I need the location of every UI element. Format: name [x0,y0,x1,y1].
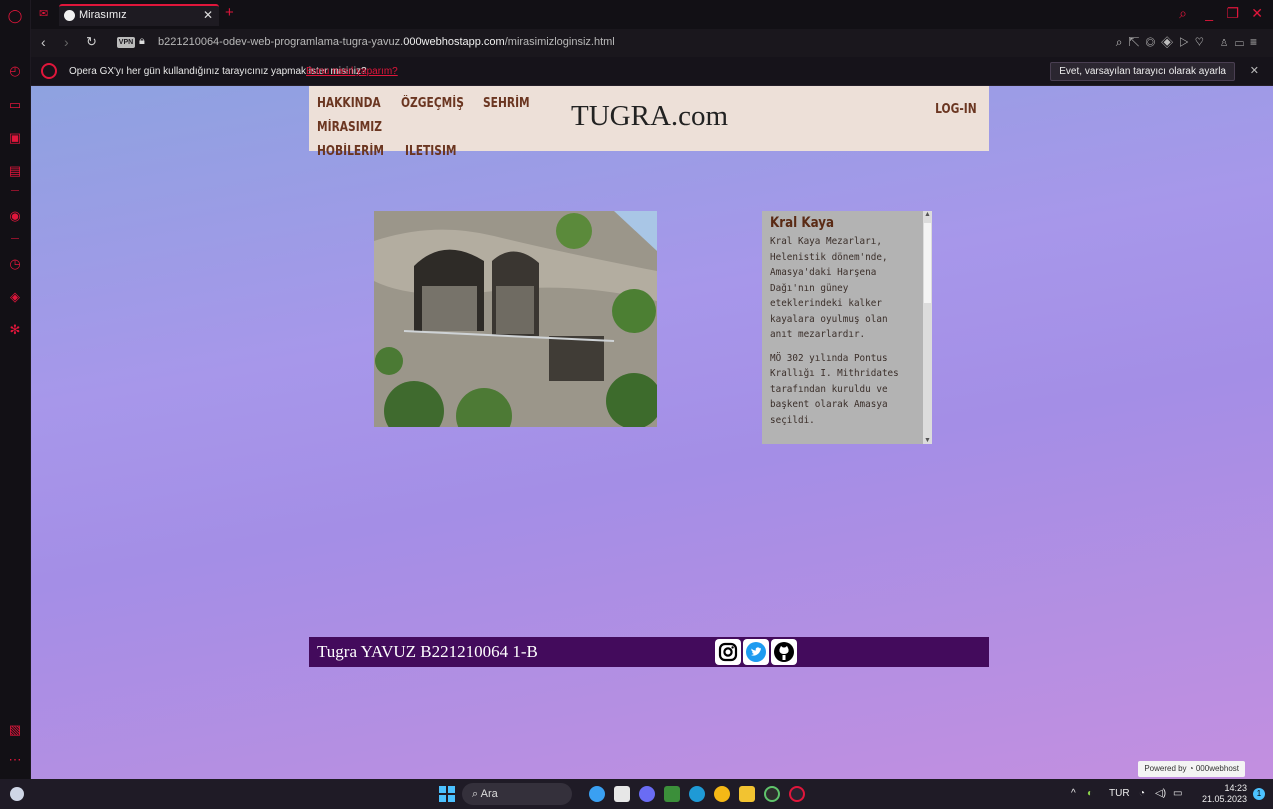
nav-link-iletisim[interactable]: ILETISIM [405,140,457,164]
infobar-help-link[interactable]: Bunu nasıl yaparım? [306,66,398,77]
taskbar-search[interactable]: ⌕ Ara [462,783,572,805]
store-icon[interactable] [664,786,680,802]
opera-logo-icon [41,63,57,79]
site-header: HAKKINDA ÖZGEÇMİŞ SEHRİMMİRASIMIZ HOBİLERİ… [309,86,989,159]
lock-icon[interactable]: 🔒︎ [139,35,145,48]
tab-title: Mirasımız [79,9,127,21]
settings-icon[interactable]: ✻ [7,322,23,338]
opera-logo-icon[interactable]: ◯ [7,8,23,24]
sidebar-divider [11,190,19,191]
default-browser-infobar: Opera GX'yı her gün kullandığınız tarayı… [31,57,1273,86]
panel-paragraph: Kral Kaya Mezarları, Helenistik dönem'nd… [770,236,888,340]
footer-text: Tugra YAVUZ B221210064 1-B [317,642,538,661]
globe-icon [64,10,75,21]
site-nav: HAKKINDA ÖZGEÇMİŞ SEHRİM MİRASIMIZ HOBİLERİ… [317,92,587,164]
clock[interactable]: 14:23 21.05.2023 [1202,783,1247,805]
volume-icon[interactable]: ◁) [1155,788,1166,799]
tab-mirasimiz[interactable]: Mirasımız ✕ [59,4,219,26]
chevron-up-icon[interactable]: ^ [1071,788,1076,799]
page-viewport: HAKKINDA ÖZGEÇMİŞ SEHRİM MİRASIMIZ HOBİLERİ… [31,86,1273,779]
edge-icon[interactable] [689,786,705,802]
scroll-up-icon[interactable]: ▲ [924,211,931,218]
start-button[interactable] [439,786,455,802]
login-link[interactable]: LOG-IN [935,102,977,117]
nav-link-ozgecmis[interactable]: ÖZGEÇMİŞ [401,92,464,116]
nav-link-hakkinda[interactable]: HAKKINDA [317,92,381,116]
taskbar: ⌕ Ara ^ ◐ TUR ◔ ◁) ▭ 14:23 21.05.2023 1 [0,779,1273,809]
workspace-icon[interactable]: ✉ [39,7,48,20]
player-icon[interactable]: ◉ [7,208,23,224]
set-default-button[interactable]: Evet, varsayılan tarayıcı olarak ayarla [1050,62,1235,81]
tab-bar: ✉ Mirasımız ✕ + ⌕ _ ❐ ✕ [31,0,1273,29]
minimize-icon[interactable]: _ [1205,5,1213,21]
nav-link-mirasimiz[interactable]: MİRASIMIZ [317,116,382,140]
discord-icon[interactable]: ▤ [7,163,23,179]
site-footer: Tugra YAVUZ B221210064 1-B [309,637,989,667]
language-indicator[interactable]: TUR [1109,788,1130,799]
site-brand[interactable]: TUGRA.com [571,100,728,133]
notification-badge[interactable]: 1 [1253,788,1265,800]
tray-app-icon[interactable]: ◐ [1087,788,1093,799]
xbox-icon[interactable] [764,786,780,802]
opera-gx-icon[interactable] [789,786,805,802]
file-explorer-icon[interactable] [739,786,755,802]
url-field[interactable]: b221210064-odev-web-programlama-tugra-ya… [158,36,615,48]
back-icon[interactable]: ‹ [41,34,46,50]
scroll-thumb[interactable] [924,223,931,303]
cube-icon[interactable]: ◈ [7,289,23,305]
browser-sidebar: ◯ ◴ ▭ ▣ ▤ ◉ ◷ ◈ ✻ ▧ ⋯ [0,0,31,779]
new-tab-icon[interactable]: + [225,4,234,21]
nav-link-hobilerim[interactable]: HOBİLERİM [317,140,384,164]
chat-icon[interactable] [639,786,655,802]
twitch-icon[interactable]: ▣ [7,130,23,146]
close-tab-icon[interactable]: ✕ [203,6,213,25]
reload-icon[interactable]: ↻ [86,34,97,50]
github-icon[interactable] [771,639,797,665]
search-tabs-icon[interactable]: ⌕ [1179,5,1187,22]
battery-icon[interactable]: ▭ [1173,788,1182,799]
panel-scrollbar[interactable]: ▲ ▼ [923,211,932,444]
instagram-icon[interactable] [715,639,741,665]
history-icon[interactable]: ◷ [7,256,23,272]
close-window-icon[interactable]: ✕ [1251,5,1263,22]
task-view-icon[interactable] [614,786,630,802]
close-infobar-icon[interactable]: ✕ [1250,64,1259,77]
sidebar-divider [11,238,19,239]
vpn-badge[interactable]: VPN [117,37,135,48]
panel-title: Kral Kaya [770,215,835,231]
scroll-down-icon[interactable]: ▼ [924,437,931,444]
panel-paragraph: MÖ 302 yılında Pontus Krallığı I. Mithri… [770,352,899,426]
address-bar: ‹ › ↻ VPN 🔒︎ b221210064-odev-web-program… [31,29,1273,57]
system-tray: ^ ◐ TUR ◔ ◁) ▭ 14:23 21.05.2023 1 [1065,779,1265,809]
kral-kaya-photo [374,211,657,427]
speed-dial-icon[interactable]: ◴ [7,63,23,79]
bag-icon[interactable]: ▭ [7,97,23,113]
weather-icon[interactable] [10,787,24,801]
twitter-icon[interactable] [743,639,769,665]
nav-link-sehrim[interactable]: SEHRİM [483,92,530,116]
app-icon[interactable] [589,786,605,802]
chrome-icon[interactable] [714,786,730,802]
restore-icon[interactable]: ❐ [1226,5,1239,22]
wifi-icon[interactable]: ◔ [1139,788,1145,799]
powered-by-badge[interactable]: Powered by ◔ 000webhost [1138,761,1245,777]
toolbar-icons[interactable]: ⌕⇱◎◈▷♡ ♙▭≡ [1116,35,1263,50]
forward-icon[interactable]: › [64,34,69,50]
more-icon[interactable]: ⋯ [7,752,23,768]
info-panel[interactable]: Kral Kaya Kral Kaya Mezarları, Helenisti… [762,211,932,444]
gallery-icon[interactable]: ▧ [7,722,23,738]
